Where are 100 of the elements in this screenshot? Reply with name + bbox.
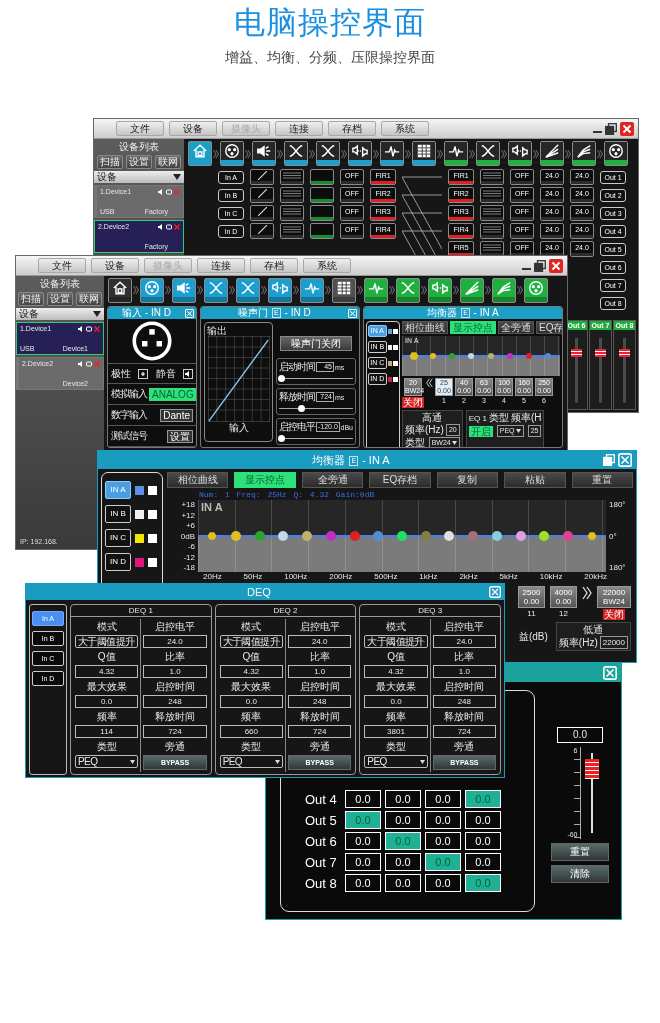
matrix-cell[interactable]: 0.0 bbox=[385, 853, 421, 871]
scroll-left-icon[interactable] bbox=[426, 378, 433, 388]
eq-option-button[interactable]: 重置 bbox=[571, 472, 633, 488]
toolbar-button[interactable] bbox=[236, 277, 260, 303]
eq-option-button[interactable]: 显示控点 bbox=[450, 321, 496, 334]
toolbar-button[interactable] bbox=[572, 141, 596, 166]
value-field[interactable]: 0.0 bbox=[219, 695, 283, 708]
value-field[interactable]: 3801 bbox=[364, 725, 428, 738]
matrix-cell[interactable]: 0.0 bbox=[345, 874, 381, 892]
gate-toggle-button[interactable]: 噪声门关闭 bbox=[280, 336, 352, 351]
menu-item[interactable]: 设备 bbox=[169, 121, 217, 136]
dropdown[interactable]: 大于阈值提升 bbox=[219, 635, 283, 648]
value-field[interactable]: 1.0 bbox=[432, 665, 497, 678]
menu-item[interactable]: 文件 bbox=[116, 121, 164, 136]
eq-module[interactable] bbox=[280, 223, 304, 239]
toolbar-button[interactable] bbox=[252, 141, 276, 166]
eq-module[interactable] bbox=[280, 187, 304, 203]
band-marker[interactable] bbox=[302, 531, 313, 541]
checkbox[interactable] bbox=[148, 557, 157, 567]
matrix-cell[interactable]: 0.0 bbox=[385, 811, 421, 829]
sidebar-button[interactable]: 设置 bbox=[47, 292, 73, 306]
slider-thumb[interactable] bbox=[298, 405, 306, 412]
value-field[interactable]: 248 bbox=[288, 695, 352, 708]
eq-module[interactable] bbox=[480, 187, 504, 203]
toolbar-button[interactable] bbox=[524, 277, 548, 303]
value-field[interactable]: 724 bbox=[288, 725, 352, 738]
slider[interactable] bbox=[279, 405, 353, 412]
close-icon[interactable] bbox=[603, 666, 617, 680]
checkbox[interactable] bbox=[393, 360, 398, 366]
matrix-cell[interactable]: 0.0 bbox=[425, 832, 461, 850]
band-marker[interactable] bbox=[254, 531, 265, 541]
menu-item[interactable]: 系统 bbox=[303, 258, 351, 273]
toolbar-button[interactable] bbox=[396, 277, 420, 303]
action-button[interactable]: 重置 bbox=[551, 843, 609, 861]
dropdown[interactable]: 大于阈值提升 bbox=[75, 635, 139, 648]
filter-marker[interactable] bbox=[409, 351, 419, 361]
menu-item[interactable]: 存档 bbox=[250, 258, 298, 273]
band-marker[interactable] bbox=[515, 531, 526, 541]
value-field[interactable]: 4.32 bbox=[364, 665, 428, 678]
noise-gate-module[interactable] bbox=[250, 169, 274, 185]
toolbar-button[interactable] bbox=[300, 277, 324, 303]
off-button[interactable]: 关闭 bbox=[603, 609, 625, 620]
filter-marker[interactable] bbox=[207, 531, 217, 541]
toolbar-button[interactable] bbox=[428, 277, 452, 303]
slider[interactable] bbox=[279, 375, 353, 382]
off-button[interactable]: 关闭 bbox=[402, 397, 424, 408]
channel-tab[interactable]: IN B bbox=[105, 505, 131, 523]
toolbar-button[interactable] bbox=[108, 277, 132, 303]
matrix-cell[interactable]: 0.0 bbox=[425, 874, 461, 892]
enable-button[interactable]: 开启 bbox=[468, 425, 493, 437]
matrix-cell[interactable]: 0.0 bbox=[465, 832, 501, 850]
gain-field[interactable]: 0.0 bbox=[557, 727, 603, 743]
checkbox[interactable] bbox=[393, 344, 398, 350]
matrix-cell[interactable]: 0.0 bbox=[465, 811, 501, 829]
eq-module[interactable] bbox=[280, 205, 304, 221]
matrix-cell[interactable]: 0.0 bbox=[345, 790, 381, 808]
band-marker[interactable] bbox=[349, 531, 360, 541]
sidebar-button[interactable]: 联网 bbox=[155, 155, 181, 169]
deq-module[interactable] bbox=[310, 187, 334, 203]
close-icon[interactable] bbox=[185, 308, 194, 318]
toolbar-button[interactable] bbox=[140, 277, 164, 303]
slider-thumb[interactable] bbox=[278, 375, 286, 382]
band-marker[interactable] bbox=[449, 353, 456, 359]
toolbar-button[interactable] bbox=[380, 141, 404, 166]
eq-option-button[interactable]: 全旁通 bbox=[498, 321, 534, 334]
toggle-button[interactable]: Dante bbox=[160, 408, 193, 422]
value-field[interactable]: 248 bbox=[143, 695, 207, 708]
noise-gate-module[interactable] bbox=[250, 187, 274, 203]
value-field[interactable]: 660 bbox=[219, 725, 283, 738]
matrix-cell[interactable]: 0.0 bbox=[385, 874, 421, 892]
value-field[interactable]: 24.0 bbox=[432, 635, 497, 648]
toolbar-button[interactable] bbox=[364, 277, 388, 303]
restore-icon[interactable] bbox=[605, 122, 617, 135]
band-marker[interactable] bbox=[506, 353, 513, 359]
deq-module[interactable] bbox=[310, 169, 334, 185]
close-icon[interactable] bbox=[489, 586, 501, 598]
delete-icon[interactable] bbox=[94, 325, 100, 332]
band-marker[interactable] bbox=[429, 353, 436, 359]
toolbar-button[interactable] bbox=[412, 141, 436, 166]
toolbar-button[interactable] bbox=[604, 141, 628, 166]
toolbar-button[interactable] bbox=[348, 141, 372, 166]
value-field[interactable]: 24.0 bbox=[143, 635, 207, 648]
action-button[interactable]: 清除 bbox=[551, 865, 609, 883]
matrix-cell[interactable]: 0.0 bbox=[425, 790, 461, 808]
checkbox[interactable] bbox=[393, 376, 398, 382]
device-dropdown[interactable]: 设备 bbox=[94, 171, 184, 183]
band-marker[interactable] bbox=[563, 531, 574, 541]
band-marker[interactable] bbox=[491, 531, 502, 541]
band-marker[interactable] bbox=[539, 531, 550, 541]
fader-thumb[interactable] bbox=[584, 759, 599, 779]
value-field[interactable]: 724 bbox=[143, 725, 207, 738]
minimize-icon[interactable] bbox=[593, 130, 602, 133]
delete-icon[interactable] bbox=[174, 223, 180, 230]
close-icon[interactable] bbox=[549, 258, 563, 273]
close-icon[interactable] bbox=[620, 121, 634, 136]
value-field[interactable]: 1.0 bbox=[288, 665, 352, 678]
band-marker[interactable] bbox=[487, 353, 494, 359]
channel-tab[interactable]: IN C bbox=[105, 529, 131, 547]
band-marker[interactable] bbox=[526, 353, 533, 359]
eq-option-button[interactable]: 粘贴 bbox=[504, 472, 566, 488]
